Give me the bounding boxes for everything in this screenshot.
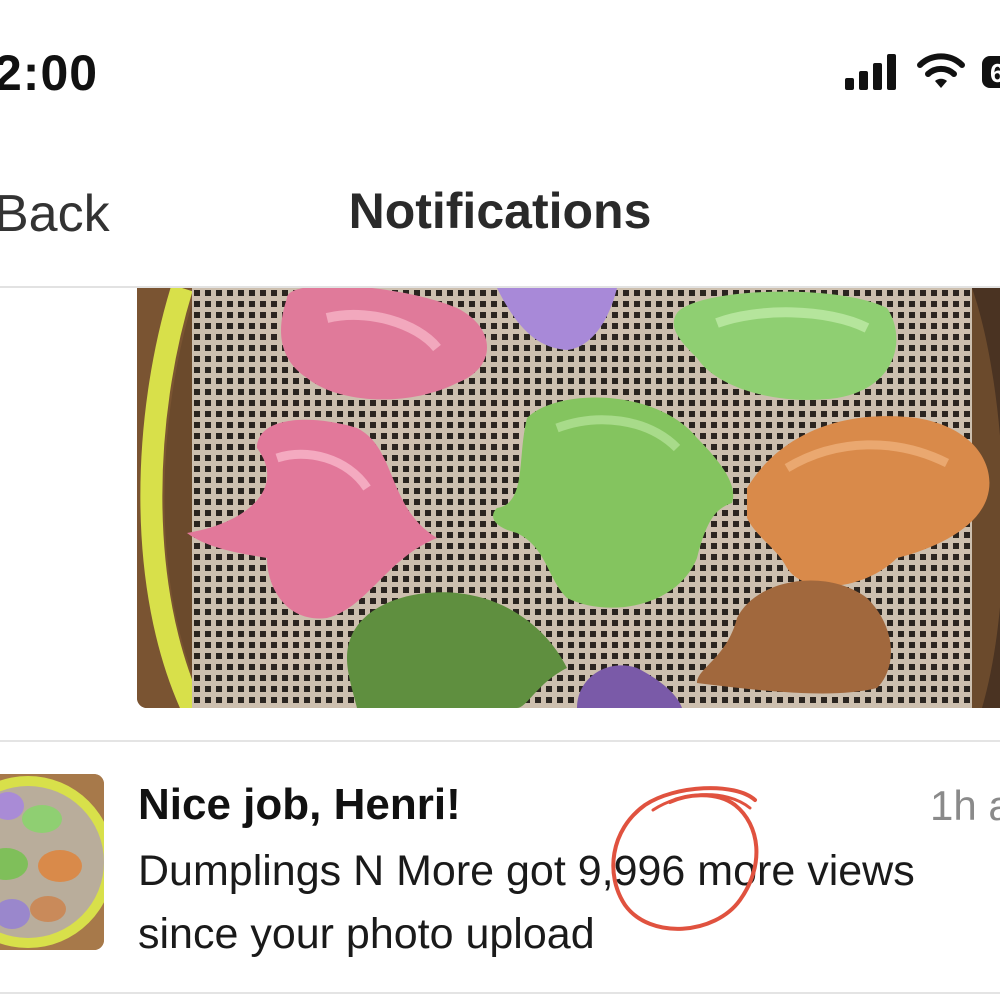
- notification-thumbnail: [0, 774, 104, 950]
- notification-message-line-2: since your photo upload: [138, 910, 595, 958]
- status-time: 2:00: [0, 45, 99, 101]
- status-bar: 2:00 6: [0, 0, 1000, 150]
- wifi-icon: [917, 53, 965, 88]
- notification-timestamp: 1h a: [930, 782, 1000, 829]
- page-title: Notifications: [348, 183, 652, 239]
- notification-message: Dumplings N More got 9,996 more views si…: [138, 840, 1000, 966]
- navigation-bar: Back Notifications: [0, 150, 1000, 288]
- notifications-screen: 2:00 6 Back Notifications Nice job, Henr…: [0, 0, 1000, 1000]
- svg-text:6: 6: [990, 58, 1000, 88]
- dumplings-photo[interactable]: [137, 288, 1000, 708]
- notification-title: Nice job, Henri!: [138, 780, 461, 829]
- battery-icon: 6: [982, 56, 1000, 88]
- cellular-signal-icon: [845, 54, 896, 90]
- dumplings-photo-graphic: [137, 288, 1000, 708]
- notification-item[interactable]: Nice job, Henri! 1h a Dumplings N More g…: [0, 742, 1000, 992]
- notification-message-line-1: Dumplings N More got 9,996 more views: [138, 847, 915, 895]
- list-divider-bottom: [0, 992, 1000, 994]
